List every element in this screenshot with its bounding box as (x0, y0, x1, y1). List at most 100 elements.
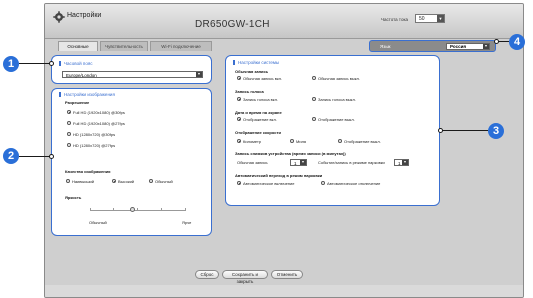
device-name: DR650GW-1CH (195, 19, 270, 30)
quality-option-2: Высокий (118, 179, 135, 184)
quality-radio-1[interactable] (66, 179, 70, 183)
delay-event-label: Событие/запись в режиме парковки (318, 160, 385, 165)
system-panel: Настройки системы Обычная запись Обычная… (225, 55, 440, 206)
resolution-option-4: HD (1280x720) @27fps (73, 143, 116, 148)
timezone-select[interactable]: Europe/London ▼ (62, 71, 203, 78)
resolution-option-3: HD (1280x720) @30fps (73, 132, 116, 137)
tab-sensitivity[interactable]: Чувствительность (100, 41, 148, 51)
brightness-tick (185, 208, 186, 211)
auto-parking-option-on: Автоматическое включение (243, 181, 295, 186)
resolution-radio-1[interactable] (67, 110, 71, 114)
resolution-radio-3[interactable] (67, 132, 71, 136)
gear-icon (53, 11, 65, 23)
audio-option-off: Запись голоса выкл. (318, 97, 356, 102)
record-radio-off[interactable] (312, 76, 316, 80)
quality-option-1: Наивысший (72, 179, 95, 184)
resolution-option-2: Full HD (1920x1080) @27fps (73, 121, 125, 126)
callout-1-leader (19, 63, 52, 65)
image-title: Настройки изображения (59, 92, 115, 97)
auto-parking-radio-off[interactable] (321, 181, 325, 185)
audio-radio-off[interactable] (312, 97, 316, 101)
callout-2: 2 (3, 148, 19, 164)
delay-normal-value: 1 (294, 160, 297, 166)
quality-radio-3[interactable] (149, 179, 153, 183)
language-value: Россия (450, 43, 466, 49)
datetime-radio-on[interactable] (237, 117, 241, 121)
freq-select[interactable]: 50 ▼ (415, 14, 445, 23)
quality-label: Качество изображения (65, 169, 111, 174)
datetime-option-off: Отображение выкл. (318, 117, 355, 122)
audio-radio-on[interactable] (237, 97, 241, 101)
timezone-title: Часовой пояс (59, 61, 93, 66)
tab-wifi[interactable]: Wi-Fi подключение (150, 41, 212, 51)
image-panel: Настройки изображения Разрешение Full HD… (51, 88, 212, 236)
system-title: Настройки системы (232, 60, 280, 65)
callout-2-leader (19, 156, 53, 158)
save-close-button[interactable]: Сохранить и закрыть (222, 270, 268, 284)
auto-parking-radio-on[interactable] (237, 181, 241, 185)
brightness-tick (137, 208, 138, 211)
brightness-tick (113, 208, 114, 211)
delay-label: Запись снимков устройства (время записи … (235, 151, 346, 156)
resolution-radio-2[interactable] (67, 121, 71, 125)
record-option-on: Обычная запись вкл. (243, 76, 283, 81)
quality-option-3: Обычный (155, 179, 173, 184)
brightness-tick (161, 208, 162, 211)
speed-label: Отображение скорости (235, 130, 281, 135)
quality-radio-2[interactable] (112, 179, 116, 183)
resolution-label: Разрешение (65, 100, 90, 105)
status-strip (45, 285, 523, 297)
datetime-label: Дата и время на экране (235, 110, 282, 115)
reset-button[interactable]: Сброс (195, 270, 219, 279)
delay-normal-label: Обычная запись (237, 160, 268, 165)
callout-3-anchor (438, 128, 443, 133)
callout-3-leader (442, 130, 488, 132)
callout-2-anchor (49, 154, 54, 159)
auto-parking-label: Автоматический переход в режим парковки (235, 173, 323, 178)
chevron-down-icon: ▼ (483, 43, 489, 49)
brightness-min-label: Обычный (89, 220, 107, 225)
cancel-button[interactable]: Отменить (271, 270, 303, 279)
speed-option-off: Отображение выкл. (344, 139, 381, 144)
callout-3: 3 (488, 123, 504, 139)
speed-radio-mile[interactable] (290, 139, 294, 143)
brightness-tick (90, 208, 91, 211)
brightness-slider-handle[interactable] (130, 207, 136, 212)
chevron-down-icon: ▼ (300, 160, 306, 165)
callout-1-anchor (49, 61, 54, 66)
audio-option-on: Запись голоса вкл. (243, 97, 279, 102)
record-label: Обычная запись (235, 69, 269, 74)
datetime-option-on: Отображение вкл. (243, 117, 277, 122)
settings-window: Настройки DR650GW-1CH Частота тока 50 ▼ … (44, 3, 524, 298)
timezone-value: Europe/London (66, 72, 97, 78)
audio-label: Запись голоса (235, 89, 264, 94)
resolution-radio-4[interactable] (67, 143, 71, 147)
datetime-radio-off[interactable] (312, 117, 316, 121)
language-select[interactable]: Россия ▼ (446, 42, 490, 50)
record-radio-on[interactable] (237, 76, 241, 80)
chevron-down-icon: ▼ (437, 15, 444, 22)
record-option-off: Обычная запись выкл. (318, 76, 360, 81)
speed-radio-km[interactable] (237, 139, 241, 143)
speed-option-mile: Миля (296, 139, 307, 144)
callout-4: 4 (509, 34, 525, 50)
chevron-down-icon: ▼ (402, 160, 408, 165)
delay-event-select[interactable]: 1 ▼ (394, 159, 409, 166)
resolution-option-1: Full HD (1920x1080) @30fps (73, 110, 125, 115)
button-bar: Сброс Сохранить и закрыть Отменить (45, 270, 523, 284)
speed-radio-off[interactable] (338, 139, 342, 143)
title-bar: Настройки DR650GW-1CH Частота тока 50 ▼ (45, 4, 523, 39)
screenshot: Настройки DR650GW-1CH Частота тока 50 ▼ … (0, 0, 533, 298)
auto-parking-option-off: Автоматическое отключение (327, 181, 381, 186)
brightness-max-label: Ярче (182, 220, 192, 225)
tab-basic[interactable]: Основные (58, 41, 98, 51)
chevron-down-icon: ▼ (196, 72, 202, 77)
app-title: Настройки (67, 12, 102, 19)
delay-event-value: 1 (398, 160, 401, 166)
freq-value: 50 (419, 16, 425, 22)
delay-normal-select[interactable]: 1 ▼ (290, 159, 307, 166)
freq-label: Частота тока (381, 17, 409, 22)
timezone-panel: Часовой пояс Europe/London ▼ (51, 55, 212, 84)
brightness-label: Яркость (65, 195, 82, 200)
callout-4-anchor (494, 39, 499, 44)
